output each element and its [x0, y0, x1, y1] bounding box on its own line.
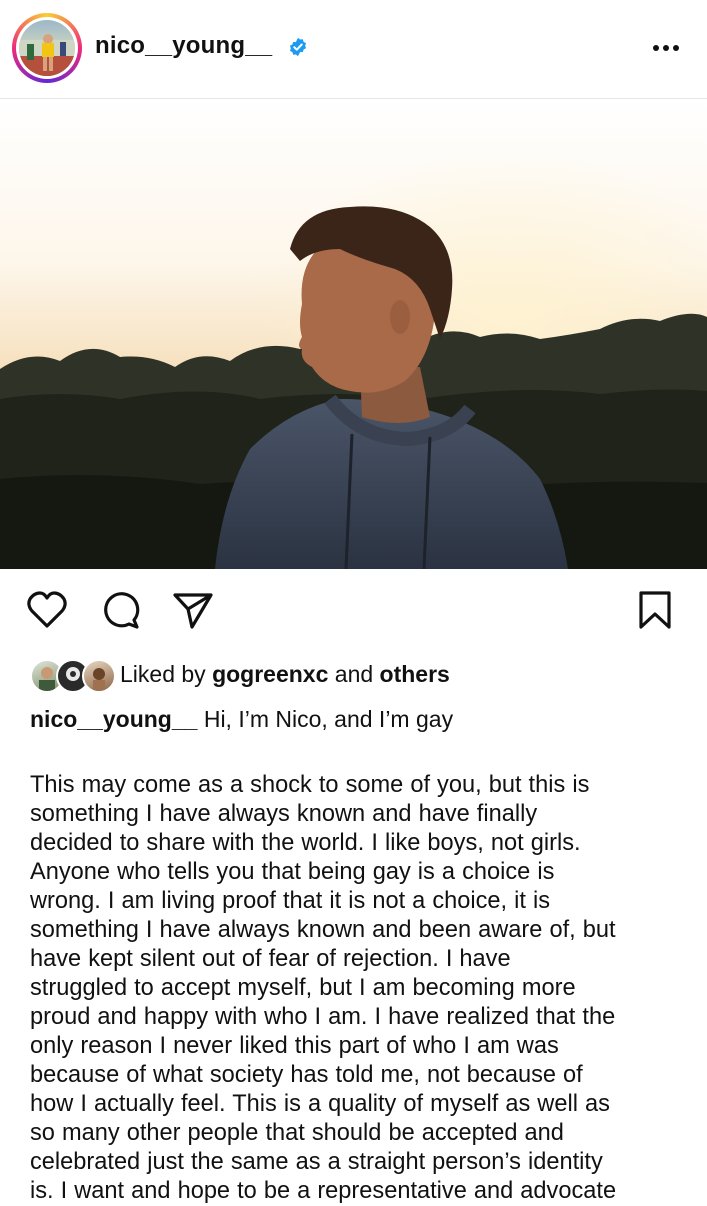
liker-avatar	[82, 659, 116, 693]
liked-by-user-link[interactable]: gogreenxc	[212, 661, 328, 687]
avatar-image	[19, 20, 75, 76]
heart-icon[interactable]	[26, 590, 68, 630]
caption-body: This may come as a shock to some of you,…	[30, 772, 617, 1204]
post-actions-bar	[0, 590, 707, 634]
caption-headline: nico__young__ Hi, I’m Nico, and I’m gay	[30, 706, 453, 733]
liked-by-text: Liked by gogreenxc and others	[120, 661, 450, 687]
verified-badge-icon	[290, 37, 306, 57]
post-photo[interactable]	[0, 99, 707, 569]
post-header: nico__young__	[0, 0, 707, 99]
liked-others-link[interactable]: others	[380, 661, 450, 687]
liker-avatars	[30, 659, 116, 693]
bookmark-icon[interactable]	[637, 590, 673, 630]
caption-headline-text: Hi, I’m Nico, and I’m gay	[197, 706, 454, 732]
send-icon[interactable]	[172, 590, 214, 630]
more-options-icon[interactable]	[652, 40, 682, 56]
post-username[interactable]: nico__young__	[95, 32, 272, 60]
comment-icon[interactable]	[101, 590, 141, 630]
profile-avatar[interactable]	[12, 13, 82, 83]
likes-summary[interactable]: Liked by gogreenxc and others	[30, 657, 690, 693]
caption-username[interactable]: nico__young__	[30, 706, 197, 732]
